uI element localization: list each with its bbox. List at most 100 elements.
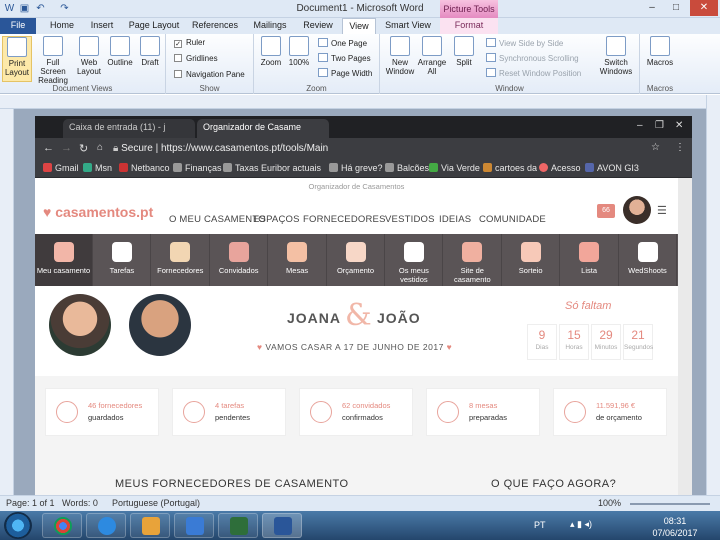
full-screen-reading-button[interactable]: Full Screen Reading bbox=[34, 36, 72, 85]
start-button[interactable] bbox=[4, 512, 32, 539]
menu-icon[interactable]: ⋮ bbox=[675, 142, 685, 153]
browser-minimize-icon[interactable]: – bbox=[637, 120, 643, 131]
arrange-all-button[interactable]: Arrange All bbox=[416, 36, 448, 76]
reload-icon[interactable]: ↻ bbox=[79, 142, 88, 155]
summary-card[interactable]: 62 convidados confirmados bbox=[299, 388, 413, 436]
one-page-button[interactable]: One Page bbox=[318, 38, 367, 48]
tab-file[interactable]: File bbox=[0, 18, 36, 34]
messages-icon[interactable]: 66 bbox=[597, 204, 615, 218]
minimize-button[interactable]: – bbox=[640, 0, 664, 16]
browser-tab-gmail[interactable]: Caixa de entrada (11) - j bbox=[63, 119, 195, 138]
bookmark-via-verde[interactable]: Via Verde bbox=[429, 163, 480, 173]
bookmark-balcoes[interactable]: Balcões bbox=[385, 163, 429, 173]
vertical-ruler[interactable] bbox=[0, 109, 14, 495]
tool-lista[interactable]: Lista bbox=[561, 234, 619, 286]
summary-card[interactable]: 11.591,96 € de orçamento bbox=[553, 388, 667, 436]
browser-restore-icon[interactable]: ❐ bbox=[655, 120, 664, 131]
tool-tarefas[interactable]: Tarefas bbox=[93, 234, 152, 286]
split-button[interactable]: Split bbox=[450, 36, 478, 67]
clock[interactable]: 08:31 07/06/2017 bbox=[644, 515, 706, 539]
word-count[interactable]: Words: 0 bbox=[62, 498, 98, 508]
taskbar-outlook[interactable] bbox=[130, 513, 170, 538]
taskbar-remote[interactable] bbox=[218, 513, 258, 538]
tool-wedshoots[interactable]: WedShoots bbox=[619, 234, 677, 286]
bookmark-cartoes[interactable]: cartoes da bbox=[483, 163, 537, 173]
tab-references[interactable]: References bbox=[188, 18, 242, 34]
tray-icons[interactable]: ▴ ▮ ◂) bbox=[570, 519, 592, 530]
nav-vestidos[interactable]: VESTIDOS bbox=[385, 214, 435, 225]
tool-orçamento[interactable]: Orçamento bbox=[327, 234, 385, 286]
taskbar-word[interactable] bbox=[262, 513, 302, 538]
document-scrollbar[interactable] bbox=[706, 95, 720, 495]
maximize-button[interactable]: □ bbox=[664, 0, 688, 16]
browser-tab-organizador[interactable]: Organizador de Casame bbox=[197, 119, 329, 138]
forward-icon[interactable]: → bbox=[61, 142, 72, 154]
page-count[interactable]: Page: 1 of 1 bbox=[6, 498, 55, 508]
ruler-checkbox[interactable]: ✓ Ruler bbox=[174, 38, 205, 48]
horizontal-ruler[interactable] bbox=[0, 95, 720, 109]
user-avatar[interactable] bbox=[623, 196, 651, 224]
browser-close-icon[interactable]: ✕ bbox=[675, 120, 683, 131]
tool-mesas[interactable]: Mesas bbox=[269, 234, 327, 286]
synchronous-scrolling-button[interactable]: Synchronous Scrolling bbox=[486, 53, 579, 63]
tab-smart-view[interactable]: Smart View bbox=[382, 18, 434, 34]
language[interactable]: Portuguese (Portugal) bbox=[112, 498, 200, 508]
tab-home[interactable]: Home bbox=[44, 18, 80, 34]
tab-page-layout[interactable]: Page Layout bbox=[126, 18, 182, 34]
nav-espacos[interactable]: ESPAÇOS bbox=[253, 214, 300, 225]
view-side-by-side-button[interactable]: View Side by Side bbox=[486, 38, 563, 48]
taskbar-ie[interactable] bbox=[86, 513, 126, 538]
nav-o-meu-casamento[interactable]: O MEU CASAMENTO bbox=[169, 214, 266, 225]
site-logo[interactable]: ♥ casamentos.pt bbox=[43, 204, 153, 220]
new-window-button[interactable]: New Window bbox=[384, 36, 416, 76]
tab-format[interactable]: Format bbox=[440, 18, 498, 34]
tool-sorteio[interactable]: Sorteio bbox=[502, 234, 561, 286]
tab-review[interactable]: Review bbox=[298, 18, 338, 34]
home-icon[interactable]: ⌂ bbox=[97, 142, 103, 153]
tab-view[interactable]: View bbox=[342, 18, 376, 34]
zoom-level[interactable]: 100% bbox=[598, 498, 621, 508]
print-layout-button[interactable]: Print Layout bbox=[2, 36, 32, 82]
tool-fornecedores[interactable]: Fornecedores bbox=[152, 234, 210, 286]
bookmark-gmail[interactable]: Gmail bbox=[43, 163, 79, 173]
reset-window-position-button[interactable]: Reset Window Position bbox=[486, 68, 581, 78]
taskbar-lync[interactable] bbox=[174, 513, 214, 538]
bookmark-netbanco[interactable]: Netbanco bbox=[119, 163, 170, 173]
star-icon[interactable]: ☆ bbox=[651, 142, 660, 153]
keyboard-language[interactable]: PT bbox=[534, 520, 546, 530]
tool-os-meus-vestidos[interactable]: Os meus vestidos bbox=[385, 234, 444, 286]
close-button[interactable]: ✕ bbox=[690, 0, 718, 16]
zoom-slider[interactable] bbox=[630, 503, 710, 505]
url-field[interactable]: 🔒︎ Secure | https://www.casamentos.pt/to… bbox=[113, 141, 633, 157]
zoom-100-button[interactable]: 100% bbox=[286, 36, 312, 67]
back-icon[interactable]: ← bbox=[43, 142, 54, 154]
bookmark-msn[interactable]: Msn bbox=[83, 163, 112, 173]
bookmark-financas[interactable]: Finanças bbox=[173, 163, 222, 173]
summary-card[interactable]: 8 mesas preparadas bbox=[426, 388, 540, 436]
taskbar-chrome[interactable] bbox=[42, 513, 82, 538]
tool-site-de-casamento[interactable]: Site de casamento bbox=[444, 234, 502, 286]
draft-button[interactable]: Draft bbox=[136, 36, 164, 67]
tool-convidados[interactable]: Convidados bbox=[210, 234, 269, 286]
two-pages-button[interactable]: Two Pages bbox=[318, 53, 371, 63]
macros-button[interactable]: Macros bbox=[644, 36, 676, 67]
web-layout-button[interactable]: Web Layout bbox=[74, 36, 104, 76]
bookmark-avon[interactable]: AVON GI3 bbox=[585, 163, 639, 173]
gridlines-checkbox[interactable]: Gridlines bbox=[174, 54, 218, 63]
nav-comunidade[interactable]: COMUNIDADE bbox=[479, 214, 546, 225]
pasted-browser-screenshot[interactable]: Caixa de entrada (11) - j Organizador de… bbox=[35, 116, 692, 495]
bookmark-greve[interactable]: Há greve? bbox=[329, 163, 383, 173]
page-width-button[interactable]: Page Width bbox=[318, 68, 372, 78]
bookmark-acesso[interactable]: Acesso bbox=[539, 163, 581, 173]
navigation-pane-checkbox[interactable]: Navigation Pane bbox=[174, 70, 245, 79]
bookmark-euribor[interactable]: Taxas Euribor actuais bbox=[223, 163, 321, 173]
summary-card[interactable]: 4 tarefas pendentes bbox=[172, 388, 286, 436]
site-scrollbar[interactable] bbox=[678, 178, 692, 495]
hamburger-icon[interactable]: ☰ bbox=[657, 204, 667, 217]
zoom-button[interactable]: Zoom bbox=[258, 36, 284, 67]
switch-windows-button[interactable]: Switch Windows bbox=[596, 36, 636, 76]
tab-insert[interactable]: Insert bbox=[84, 18, 120, 34]
nav-ideias[interactable]: IDEIAS bbox=[439, 214, 471, 225]
tool-meu-casamento[interactable]: Meu casamento bbox=[35, 234, 93, 286]
nav-fornecedores[interactable]: FORNECEDORES bbox=[303, 214, 386, 225]
